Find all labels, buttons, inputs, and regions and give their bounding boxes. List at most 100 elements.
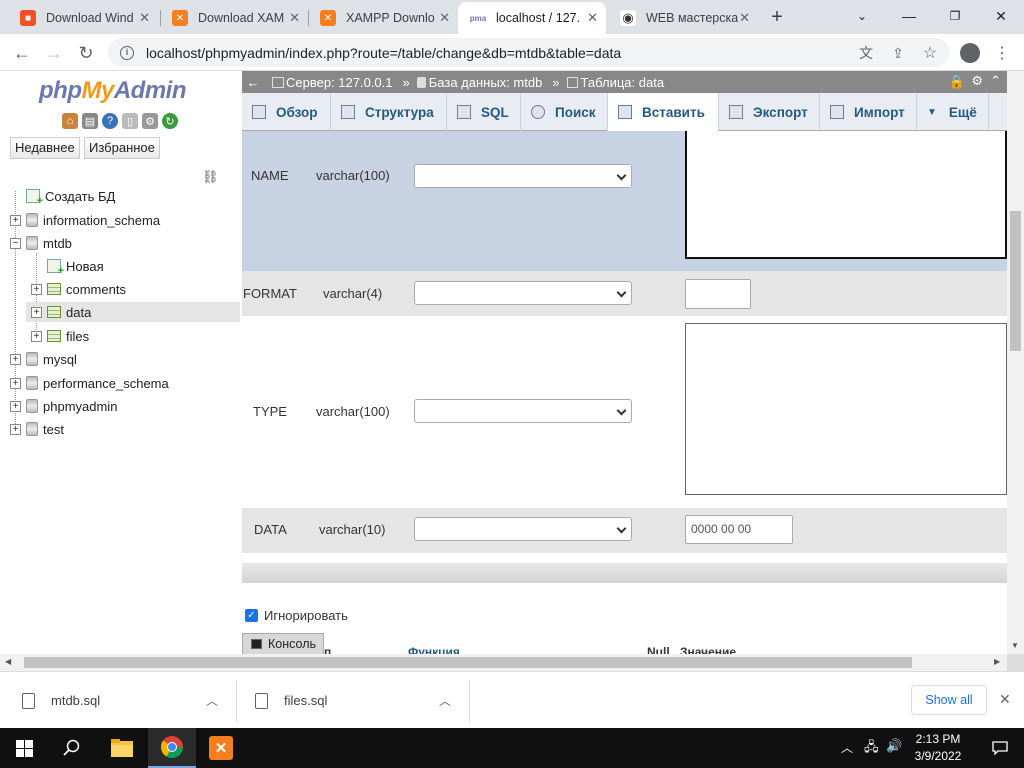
start-windows-icon[interactable] <box>0 728 48 768</box>
expand-icon[interactable]: + <box>31 330 42 342</box>
function-select[interactable] <box>414 517 632 541</box>
restore-icon[interactable]: ❐ <box>932 0 978 32</box>
xampp-taskbar-icon[interactable]: ✕ <box>197 728 245 768</box>
close-tab-icon[interactable]: ✕ <box>587 10 598 26</box>
address-bar[interactable]: i localhost/phpmyadmin/index.php?route=/… <box>108 38 950 67</box>
chrome-taskbar-icon[interactable] <box>148 728 196 768</box>
expand-icon[interactable]: + <box>10 400 21 412</box>
expand-icon[interactable]: + <box>31 283 42 295</box>
close-tab-icon[interactable]: ✕ <box>289 10 300 26</box>
tree-item-new-table[interactable]: Новая <box>47 256 104 277</box>
expand-icon[interactable]: + <box>31 306 42 318</box>
console-toggle[interactable]: Консоль <box>242 633 324 654</box>
scroll-right-arrow-icon[interactable]: ▶ <box>994 657 1000 666</box>
site-info-icon[interactable]: i <box>120 45 134 60</box>
date-input[interactable]: 0000 00 00 <box>685 515 793 544</box>
browser-tab[interactable]: ■ Download Wind ✕ <box>8 2 158 34</box>
tree-item-mysql[interactable]: + mysql <box>10 349 77 369</box>
collapse-nav-icon[interactable]: ← <box>242 75 264 90</box>
breadcrumb-database[interactable]: База данных: mtdb <box>429 75 543 90</box>
scrollbar-thumb[interactable] <box>24 657 912 668</box>
menu-kebab-icon[interactable]: ⋮ <box>988 39 1016 67</box>
tab-sql[interactable]: SQL <box>447 93 521 131</box>
ignore-checkbox[interactable]: ✓ <box>245 609 258 622</box>
tab-more[interactable]: ▼ Ещё <box>917 93 989 131</box>
close-tab-icon[interactable]: ✕ <box>139 10 150 26</box>
chevron-up-icon[interactable]: ︿ <box>206 692 218 709</box>
show-all-button[interactable]: Show all <box>911 685 987 715</box>
profile-avatar[interactable] <box>956 39 984 67</box>
tree-item-create-db[interactable]: Создать БД <box>26 186 115 207</box>
favorites-button[interactable]: Избранное <box>84 137 160 159</box>
tree-item-comments[interactable]: + comments <box>31 279 126 299</box>
tab-structure[interactable]: Структура <box>331 93 447 131</box>
volume-icon[interactable]: 🔊 <box>886 738 902 754</box>
expand-icon[interactable]: + <box>10 353 21 365</box>
file-explorer-icon[interactable] <box>98 728 146 768</box>
close-downloads-icon[interactable]: ✕ <box>999 691 1011 708</box>
tray-chevron-up-icon[interactable]: ︿ <box>841 739 853 756</box>
download-item[interactable]: mtdb.sql ︿ <box>22 672 232 729</box>
tab-export[interactable]: Экспорт <box>719 93 820 131</box>
tab-search-icon[interactable]: ⌄ <box>839 0 885 32</box>
download-item[interactable]: files.sql ︿ <box>255 672 465 729</box>
breadcrumb-table[interactable]: Таблица: data <box>581 75 665 90</box>
tree-item-mtdb[interactable]: − mtdb <box>10 233 72 253</box>
tab-insert[interactable]: Вставить <box>608 93 719 131</box>
value-textarea[interactable] <box>685 131 1007 259</box>
forward-icon[interactable]: → <box>40 39 68 67</box>
collapse-icon[interactable]: − <box>10 237 21 249</box>
horizontal-scrollbar[interactable]: ◀ ▶ <box>0 654 1007 671</box>
scrollbar-thumb[interactable] <box>1010 211 1021 351</box>
help-icon[interactable]: ? <box>102 113 118 129</box>
close-tab-icon[interactable]: ✕ <box>739 10 750 26</box>
tree-item-data-selected[interactable]: + data <box>26 302 240 322</box>
scroll-left-arrow-icon[interactable]: ◀ <box>5 657 11 666</box>
breadcrumb-server[interactable]: Сервер: 127.0.0.1 <box>286 75 393 90</box>
phpmyadmin-logo[interactable]: phpMyAdmin <box>39 77 187 105</box>
tree-item-files[interactable]: + files <box>31 326 89 346</box>
tree-item-performance-schema[interactable]: + performance_schema <box>10 373 169 393</box>
tab-search[interactable]: Поиск <box>521 93 608 131</box>
logout-icon[interactable]: ▤ <box>82 113 98 129</box>
settings-gear-icon[interactable]: ⚙ <box>142 113 158 129</box>
function-select[interactable] <box>414 164 632 188</box>
tab-browse[interactable]: Обзор <box>242 93 331 131</box>
expand-icon[interactable]: + <box>10 377 21 389</box>
reload-icon[interactable]: ↻ <box>72 39 100 67</box>
chevron-up-icon[interactable]: ︿ <box>439 692 451 709</box>
bookmark-star-icon[interactable]: ☆ <box>916 39 944 67</box>
notifications-icon[interactable] <box>976 728 1024 768</box>
settings-gear-icon[interactable]: ⚙ <box>971 73 983 89</box>
browser-tab-active[interactable]: pma localhost / 127. ✕ <box>458 2 606 34</box>
reload-nav-icon[interactable]: ↻ <box>162 113 178 129</box>
value-textarea[interactable] <box>685 323 1007 495</box>
link-chain-icon[interactable]: ⛓ <box>202 169 219 185</box>
vertical-scrollbar[interactable]: ▼ <box>1007 71 1024 654</box>
docs-icon[interactable]: ▯ <box>122 113 138 129</box>
tab-import[interactable]: Импорт <box>820 93 917 131</box>
expand-icon[interactable]: + <box>10 423 21 435</box>
share-icon[interactable]: ⇪ <box>884 39 912 67</box>
clock-date[interactable]: 3/9/2022 <box>910 749 966 763</box>
browser-tab[interactable]: ✕ Download XAM ✕ <box>160 2 308 34</box>
close-window-icon[interactable]: ✕ <box>978 0 1024 32</box>
scroll-down-arrow-icon[interactable]: ▼ <box>1011 641 1019 650</box>
search-icon[interactable] <box>48 728 96 768</box>
function-select[interactable] <box>414 281 632 305</box>
collapse-top-icon[interactable]: ⌃ <box>990 73 1001 89</box>
lock-icon[interactable]: 🔒 <box>949 74 965 90</box>
browser-tab[interactable]: ◉ WEB мастерска ✕ <box>608 2 758 34</box>
home-icon[interactable]: ⌂ <box>62 113 78 129</box>
minimize-icon[interactable]: — <box>886 0 932 32</box>
clock-time[interactable]: 2:13 PM <box>913 732 963 746</box>
tree-item-phpmyadmin[interactable]: + phpmyadmin <box>10 396 117 416</box>
recent-button[interactable]: Недавнее <box>10 137 80 159</box>
expand-icon[interactable]: + <box>10 214 21 226</box>
new-tab-button[interactable]: + <box>764 4 790 30</box>
function-select[interactable] <box>414 399 632 423</box>
back-icon[interactable]: ← <box>8 39 36 67</box>
tree-item-information-schema[interactable]: + information_schema <box>10 210 160 230</box>
close-tab-icon[interactable]: ✕ <box>439 10 450 26</box>
browser-tab[interactable]: ✕ XAMPP Downlo ✕ <box>308 2 458 34</box>
